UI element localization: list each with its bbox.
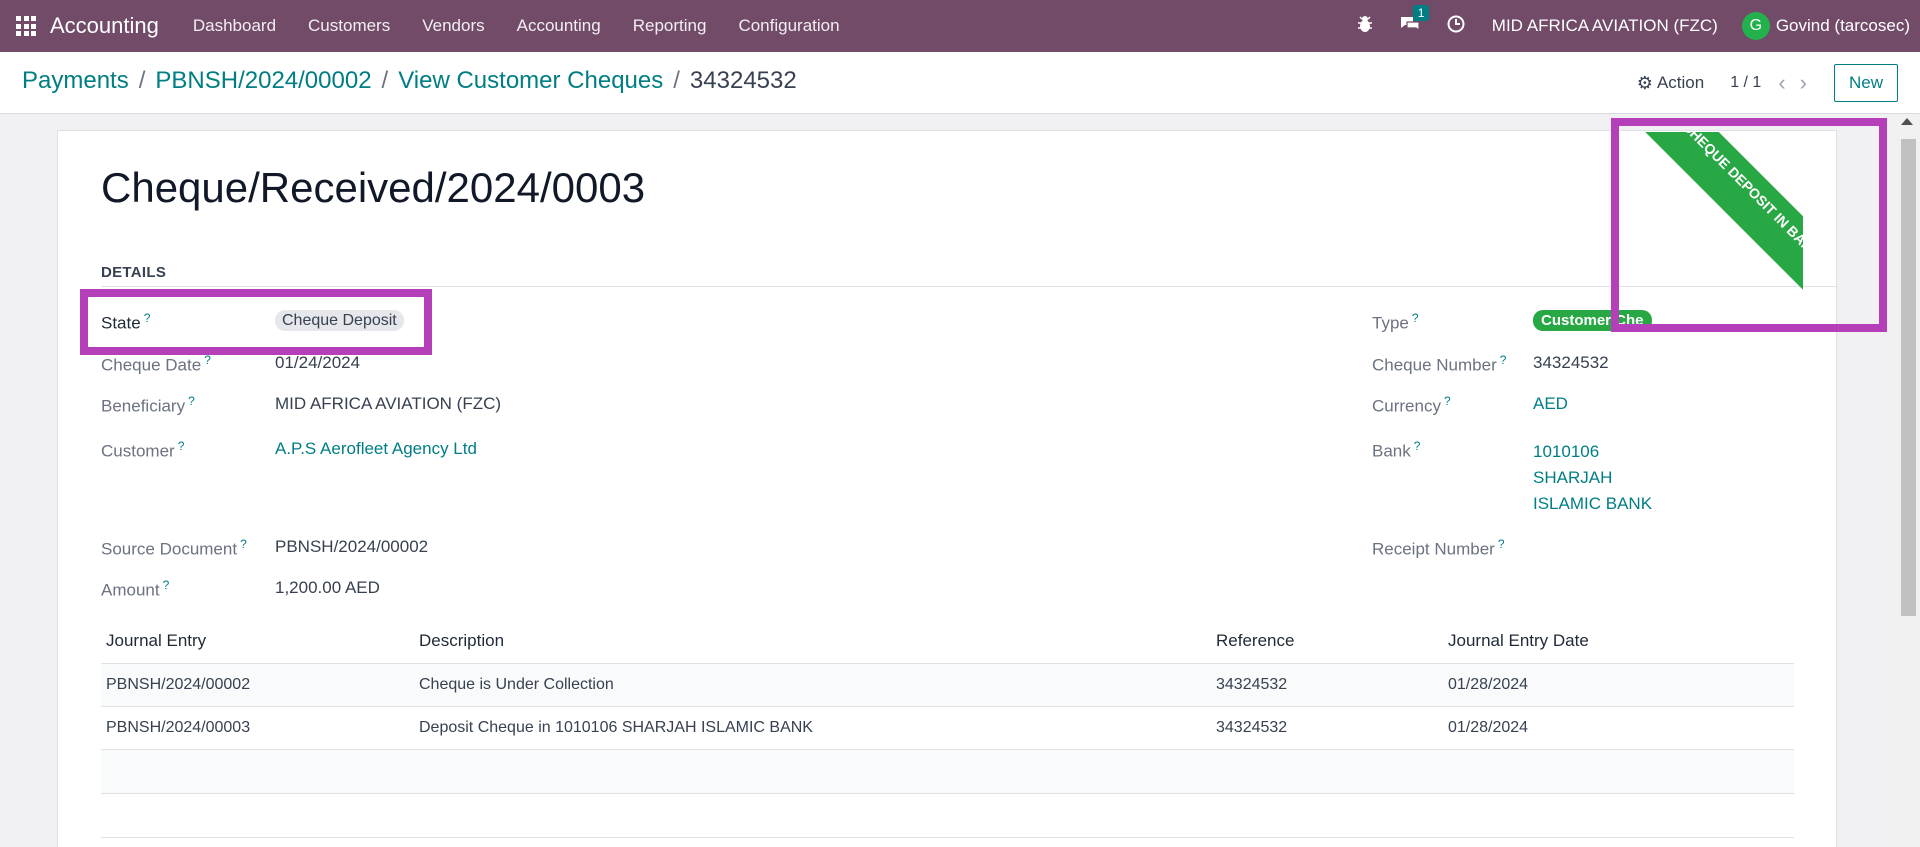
- bank-line: ISLAMIC BANK: [1533, 494, 1653, 513]
- breadcrumb-customer-cheques[interactable]: View Customer Cheques: [398, 67, 663, 95]
- help-icon[interactable]: ?: [1414, 439, 1421, 453]
- form-sheet: Cheque/Received/2024/0003 DETAILS State?…: [57, 130, 1837, 847]
- breadcrumb: Payments / PBNSH/2024/00002 / View Custo…: [22, 67, 797, 95]
- bank-label: Bank?: [1372, 439, 1421, 461]
- journal-entries-table: Journal Entry Description Reference Jour…: [101, 619, 1794, 838]
- cheque-number-value[interactable]: 34324532: [1533, 353, 1609, 373]
- pager-value[interactable]: 1 / 1: [1730, 74, 1761, 92]
- menu-configuration[interactable]: Configuration: [738, 16, 839, 36]
- cell-date: 01/28/2024: [1443, 706, 1794, 750]
- source-document-value[interactable]: PBNSH/2024/00002: [275, 537, 428, 557]
- type-label: Type?: [1372, 311, 1419, 333]
- bank-link[interactable]: 1010106 SHARJAH ISLAMIC BANK: [1533, 439, 1652, 517]
- amount-label: Amount?: [101, 578, 170, 600]
- help-icon[interactable]: ?: [163, 578, 170, 592]
- beneficiary-value[interactable]: MID AFRICA AVIATION (FZC): [275, 394, 501, 414]
- column-description[interactable]: Description: [414, 619, 1211, 664]
- cheque-date-value[interactable]: 01/24/2024: [275, 353, 360, 373]
- help-icon[interactable]: ?: [188, 394, 195, 408]
- help-icon[interactable]: ?: [144, 311, 151, 325]
- menu-dashboard[interactable]: Dashboard: [193, 16, 276, 36]
- column-journal-entry[interactable]: Journal Entry: [101, 619, 414, 664]
- help-icon[interactable]: ?: [1444, 394, 1451, 408]
- record-title: Cheque/Received/2024/0003: [101, 164, 646, 211]
- amount-value[interactable]: 1,200.00 AED: [275, 578, 380, 598]
- state-badge: Cheque Deposit: [275, 310, 404, 331]
- help-icon[interactable]: ?: [1500, 353, 1507, 367]
- currency-label: Currency?: [1372, 394, 1451, 416]
- table-empty-row: [101, 793, 1794, 838]
- scrollbar-thumb[interactable]: [1901, 139, 1916, 616]
- cell-description: Cheque is Under Collection: [414, 663, 1211, 707]
- messages-icon[interactable]: 1: [1399, 4, 1430, 38]
- column-journal-entry-date[interactable]: Journal Entry Date: [1443, 619, 1794, 664]
- state-field-label: State?: [101, 311, 151, 333]
- source-document-label: Source Document?: [101, 537, 247, 559]
- cell-reference: 34324532: [1211, 706, 1443, 750]
- new-button[interactable]: New: [1833, 64, 1898, 102]
- breadcrumb-payments[interactable]: Payments: [22, 67, 129, 95]
- receipt-number-label: Receipt Number?: [1372, 537, 1505, 559]
- breadcrumb-separator: /: [138, 67, 146, 94]
- status-ribbon: CHEQUE DEPOSIT IN BANK: [1643, 132, 1803, 292]
- table-row[interactable]: PBNSH/2024/00002 Cheque is Under Collect…: [101, 663, 1794, 707]
- details-section-label: DETAILS: [101, 264, 167, 281]
- pager-next-icon[interactable]: ›: [1800, 72, 1807, 94]
- bank-line: 1010106: [1533, 442, 1600, 461]
- column-reference[interactable]: Reference: [1211, 619, 1443, 664]
- help-icon[interactable]: ?: [1412, 311, 1419, 325]
- breadcrumb-separator: /: [381, 67, 389, 94]
- table-empty-row: [101, 749, 1794, 794]
- vertical-scrollbar[interactable]: [1897, 114, 1920, 847]
- help-icon[interactable]: ?: [1498, 537, 1505, 551]
- apps-menu-icon[interactable]: [16, 16, 36, 36]
- user-avatar[interactable]: G: [1741, 12, 1770, 40]
- cheque-number-label: Cheque Number?: [1372, 353, 1507, 375]
- receipt-number-value[interactable]: [1533, 537, 1833, 559]
- cheque-date-label: Cheque Date?: [101, 353, 211, 375]
- menu-reporting[interactable]: Reporting: [633, 16, 707, 36]
- pager-previous-icon[interactable]: ‹: [1778, 72, 1785, 94]
- cell-journal-entry: PBNSH/2024/00002: [101, 663, 414, 707]
- app-brand[interactable]: Accounting: [50, 13, 159, 39]
- bank-line: SHARJAH: [1533, 468, 1613, 487]
- action-button[interactable]: ⚙ Action: [1637, 73, 1704, 94]
- messages-count-badge: 1: [1412, 4, 1430, 21]
- type-badge: Customer Che: [1533, 310, 1652, 331]
- type-value: Customer Che: [1533, 310, 1652, 331]
- table-header-row: Journal Entry Description Reference Jour…: [101, 619, 1794, 664]
- breadcrumb-payment-record[interactable]: PBNSH/2024/00002: [155, 67, 371, 95]
- control-panel: Payments / PBNSH/2024/00002 / View Custo…: [0, 52, 1920, 114]
- breadcrumb-separator: /: [673, 67, 680, 94]
- gear-icon: ⚙: [1636, 72, 1653, 93]
- user-menu[interactable]: Govind (tarcosec): [1776, 16, 1910, 36]
- section-divider: [101, 286, 1836, 287]
- breadcrumb-current: 34324532: [689, 67, 797, 94]
- menu-accounting[interactable]: Accounting: [517, 16, 601, 36]
- activity-clock-icon[interactable]: [1447, 15, 1465, 38]
- help-icon[interactable]: ?: [204, 353, 211, 367]
- menu-vendors[interactable]: Vendors: [422, 16, 484, 36]
- customer-label: Customer?: [101, 439, 185, 461]
- help-icon[interactable]: ?: [178, 439, 185, 453]
- menu-customers[interactable]: Customers: [308, 16, 390, 36]
- cell-reference: 34324532: [1211, 663, 1443, 707]
- currency-link[interactable]: AED: [1533, 394, 1568, 414]
- company-switcher[interactable]: MID AFRICA AVIATION (FZC): [1492, 16, 1718, 36]
- customer-link[interactable]: A.P.S Aerofleet Agency Ltd: [275, 439, 477, 459]
- state-value: Cheque Deposit: [275, 310, 404, 331]
- cell-description: Deposit Cheque in 1010106 SHARJAH ISLAMI…: [414, 706, 1211, 750]
- top-navbar: Accounting Dashboard Customers Vendors A…: [0, 0, 1920, 52]
- status-ribbon-label: CHEQUE DEPOSIT IN BANK: [1643, 132, 1803, 292]
- help-icon[interactable]: ?: [240, 537, 247, 551]
- action-label: Action: [1656, 73, 1705, 92]
- cell-journal-entry: PBNSH/2024/00003: [101, 706, 414, 750]
- table-row[interactable]: PBNSH/2024/00003 Deposit Cheque in 10101…: [101, 706, 1794, 750]
- scroll-up-arrow-icon[interactable]: [1901, 118, 1913, 125]
- debug-bug-icon[interactable]: [1357, 15, 1373, 38]
- beneficiary-label: Beneficiary?: [101, 394, 195, 416]
- cell-date: 01/28/2024: [1443, 663, 1794, 707]
